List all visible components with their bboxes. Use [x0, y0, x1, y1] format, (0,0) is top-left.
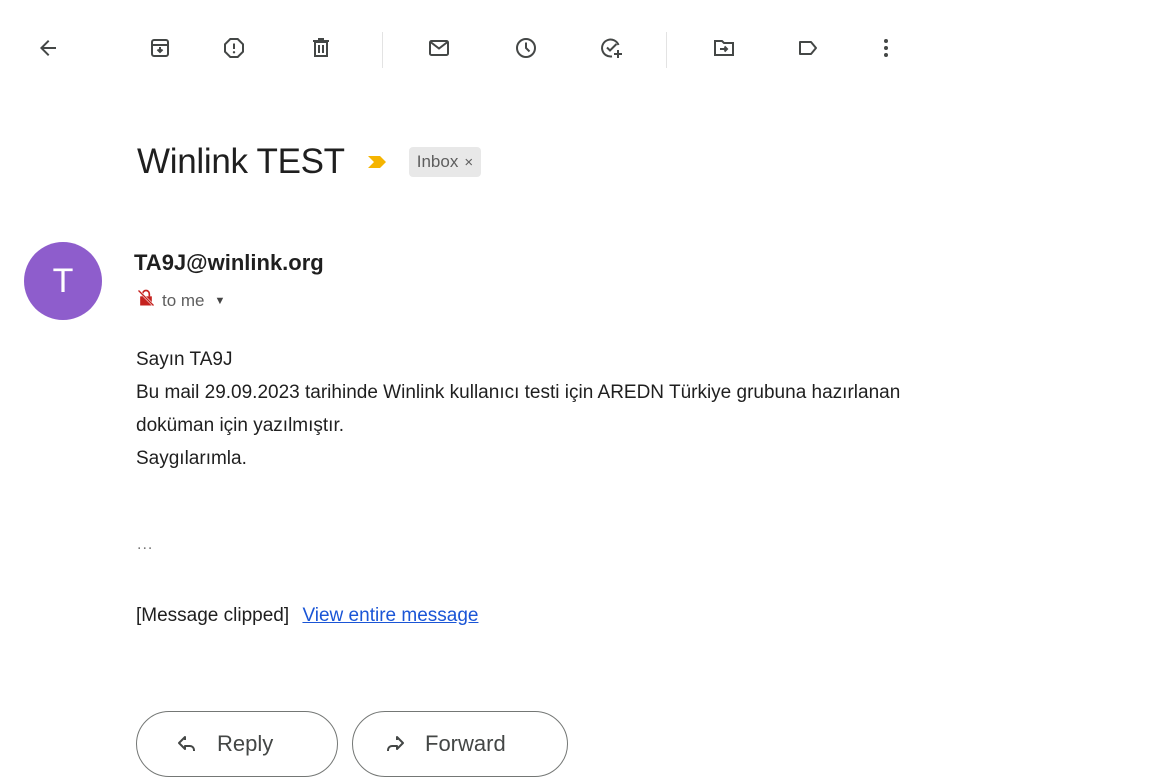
delete-icon[interactable] — [301, 26, 341, 70]
recipient-row[interactable]: to me ▼ — [136, 288, 225, 313]
importance-marker-icon[interactable] — [365, 150, 391, 174]
toolbar-divider — [382, 32, 383, 68]
reply-icon — [178, 736, 195, 751]
chevron-down-icon[interactable]: ▼ — [215, 295, 226, 307]
email-subject: Winlink TEST — [137, 142, 345, 181]
reply-label: Reply — [217, 731, 274, 756]
snooze-icon[interactable] — [506, 26, 546, 70]
label-text: Inbox — [416, 152, 459, 171]
encryption-warning-icon[interactable] — [136, 288, 156, 313]
inbox-label-chip: Inbox × — [408, 147, 482, 177]
add-to-tasks-icon[interactable] — [591, 26, 631, 70]
message-toolbar — [0, 24, 1154, 76]
sender-address[interactable]: TA9J@winlink.org — [134, 250, 324, 276]
body-line: Bu mail 29.09.2023 tarihinde Winlink kul… — [136, 382, 901, 403]
message-clipped-notice: [Message clipped] View entire message — [136, 605, 478, 627]
recipient-text: to me — [162, 290, 205, 310]
email-body: Sayın TA9J Bu mail 29.09.2023 tarihinde … — [136, 343, 1146, 475]
report-spam-icon[interactable] — [214, 26, 254, 70]
sender-avatar[interactable]: T — [24, 242, 102, 320]
reply-button[interactable]: Reply — [136, 711, 338, 777]
archive-icon[interactable] — [140, 26, 180, 70]
body-line: Sayın TA9J — [136, 349, 233, 370]
toolbar-divider — [666, 32, 667, 68]
remove-label-icon[interactable]: × — [464, 154, 473, 171]
show-trimmed-content[interactable]: ... — [137, 536, 153, 554]
mark-unread-icon[interactable] — [419, 26, 459, 70]
forward-label: Forward — [425, 731, 506, 756]
more-vert-icon[interactable] — [866, 26, 906, 70]
body-line: doküman için yazılmıştır. — [136, 415, 345, 436]
forward-button[interactable]: Forward — [352, 711, 568, 777]
label-icon[interactable] — [788, 26, 828, 70]
subject-row: Winlink TEST Inbox × — [137, 140, 482, 184]
forward-icon — [387, 736, 404, 751]
clipped-text: [Message clipped] — [136, 605, 290, 626]
move-to-icon[interactable] — [704, 26, 744, 70]
view-entire-message-link[interactable]: View entire message — [302, 605, 478, 626]
back-arrow-icon[interactable] — [28, 26, 68, 70]
body-line: Saygılarımla. — [136, 448, 247, 469]
